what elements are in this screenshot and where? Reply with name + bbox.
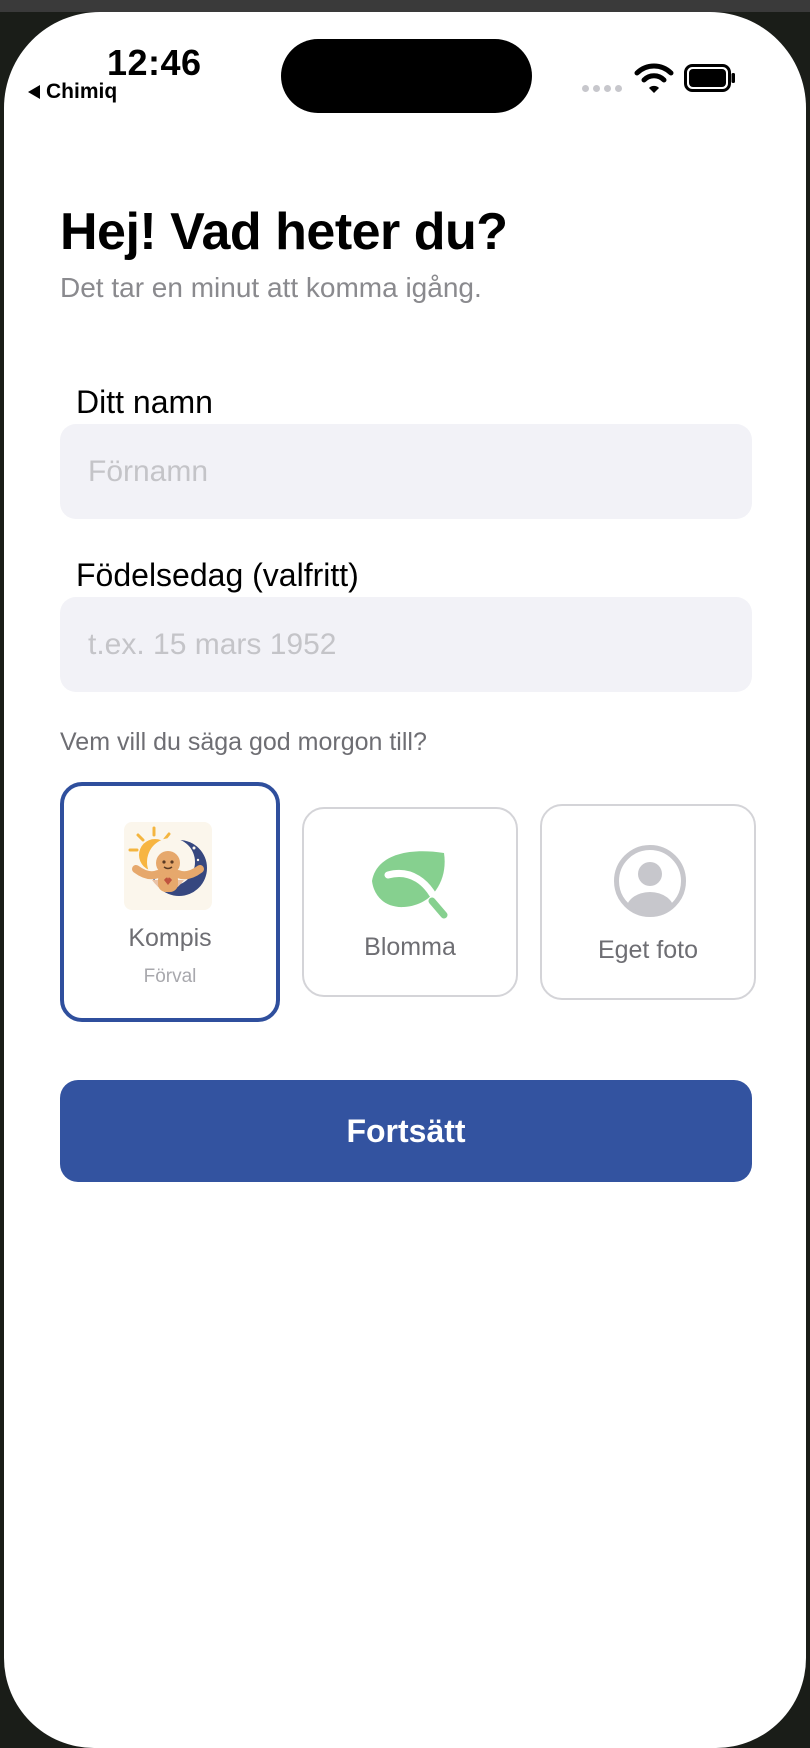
continue-button[interactable]: Fortsätt: [60, 1080, 752, 1182]
wifi-icon: [634, 63, 674, 93]
name-field-label: Ditt namn: [76, 384, 213, 420]
avatar-option-kompis[interactable]: Kompis Förval: [60, 782, 280, 1022]
battery-icon: [684, 64, 735, 92]
birthday-field-label: Födelsedag (valfritt): [76, 557, 359, 593]
back-app-label: Chimiq: [46, 80, 118, 103]
device-top-strip: [0, 0, 810, 12]
dynamic-island: [281, 39, 532, 113]
first-name-input[interactable]: [60, 424, 752, 519]
back-arrow-icon: [28, 85, 40, 99]
user-photo-icon: [614, 845, 686, 917]
page-title: Hej! Vad heter du?: [60, 203, 508, 261]
birthday-input[interactable]: [60, 597, 752, 692]
avatar-option-blomma[interactable]: Blomma: [302, 807, 518, 997]
leaf-icon: [372, 851, 448, 919]
page-subtitle: Det tar en minut att komma igång.: [60, 272, 482, 303]
avatar-option-label: Kompis: [128, 924, 212, 952]
phone-screen: 12:46 Chimiq Hej! Vad heter du? Det tar …: [4, 12, 806, 1748]
avatar-option-label: Eget foto: [597, 936, 699, 964]
kompis-mascot-icon: [124, 822, 212, 910]
avatar-option-default-tag: Förval: [143, 966, 197, 987]
status-time: 12:46: [107, 42, 202, 83]
avatar-option-eget-foto[interactable]: Eget foto: [540, 804, 756, 1000]
cellular-signal-icon: [582, 85, 622, 92]
back-to-app-link[interactable]: Chimiq: [28, 80, 117, 104]
avatar-picker-question: Vem vill du säga god morgon till?: [60, 728, 427, 756]
avatar-option-label: Blomma: [364, 933, 456, 961]
